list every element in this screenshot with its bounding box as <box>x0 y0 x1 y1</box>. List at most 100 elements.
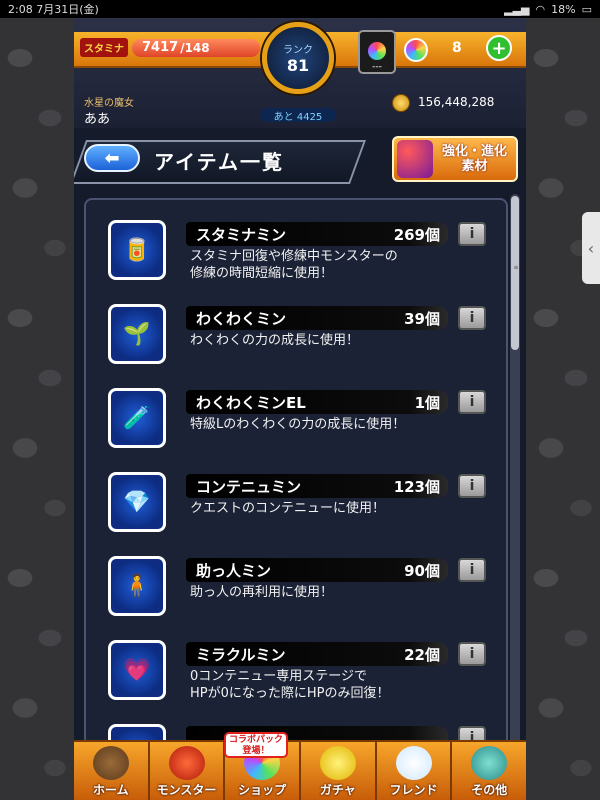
item-name: スタミナミン <box>196 225 287 244</box>
evo-label-line1: 強化・進化 <box>441 144 507 159</box>
figure-icon: 🧍 <box>111 559 163 613</box>
item-list[interactable]: 🥫 スタミナミン 269個 i スタミナ回復や修練中モンスターの 修練の時間短縮… <box>84 198 508 750</box>
status-right-group: ▂▃▅ ◠ 18% ▭ <box>504 3 592 16</box>
list-item[interactable]: 💎 コンテニュミン 123個 i クエストのコンテニューに使用！ <box>96 472 496 548</box>
tab-label: モンスター <box>156 783 217 797</box>
gem-slot-value: --- <box>372 62 382 72</box>
scroll-thumb[interactable]: ≡ <box>511 196 519 350</box>
item-name: コンテニュミン <box>196 477 302 496</box>
item-thumb: 🧍 <box>108 556 166 616</box>
rainbow-gem-icon <box>368 42 386 60</box>
item-description: クエストのコンテニューに使用！ <box>190 501 386 516</box>
orb-count: 8 <box>452 40 462 56</box>
list-item[interactable]: 🌱 わくわくミン 39個 i わくわくの力の成長に使用！ <box>96 304 496 380</box>
signal-icon: ▂▃▅ <box>504 2 530 16</box>
list-item[interactable]: 🧪 わくわくミンEL 1個 i 特級Lのわくわくの力の成長に使用！ <box>96 388 496 464</box>
back-button[interactable]: ⬅ <box>84 144 140 172</box>
item-thumb: 💗 <box>108 640 166 700</box>
info-button[interactable]: i <box>458 306 486 330</box>
info-icon: i <box>469 226 475 242</box>
home-gate-icon <box>92 746 129 780</box>
arrow-left-icon: ⬅ <box>104 147 120 169</box>
item-description: スタミナ回復や修練中モンスターの 修練の時間短縮に使用！ <box>190 249 398 281</box>
sprout-bottle-el-icon: 🧪 <box>111 391 163 445</box>
tab-label: その他 <box>471 783 508 797</box>
page-title: アイテム一覧 <box>154 150 284 174</box>
list-item[interactable]: 🧍 助っ人ミン 90個 i 助っ人の再利用に使用！ <box>96 556 496 632</box>
list-item[interactable]: 🥫 スタミナミン 269個 i スタミナ回復や修練中モンスターの 修練の時間短縮… <box>96 220 496 296</box>
buy-orb-button[interactable]: + <box>486 35 512 61</box>
status-time-date: 2:08 7月31日(金) <box>8 3 99 16</box>
side-drawer-handle[interactable]: ‹ <box>582 212 600 284</box>
stamina-bar: 7417 /148 <box>132 38 260 57</box>
sprout-bottle-icon: 🌱 <box>111 307 163 361</box>
item-name-row: わくわくミンEL 1個 <box>186 390 448 414</box>
rank-badge[interactable]: ランク 81 <box>262 22 334 94</box>
status-battery: 18% <box>551 2 576 16</box>
item-thumb: 🌱 <box>108 304 166 364</box>
chevron-left-icon: ‹ <box>587 238 595 258</box>
info-button[interactable]: i <box>458 558 486 582</box>
stamina-max: /148 <box>180 40 210 55</box>
tab-label: ショップ <box>238 783 287 797</box>
system-status-bar: 2:08 7月31日(金) ▂▃▅ ◠ 18% ▭ <box>0 0 600 18</box>
rank-value: 81 <box>286 56 310 75</box>
friend-card-icon <box>395 746 432 780</box>
plus-icon: + <box>491 37 507 59</box>
crystal-flask-icon: 💎 <box>111 475 163 529</box>
info-icon: i <box>469 310 475 326</box>
list-scrollbar[interactable]: ≡ <box>510 194 520 750</box>
player-name: ああ <box>84 112 111 127</box>
tab-label: フレンド <box>389 783 438 797</box>
tab-other[interactable]: その他 <box>452 742 526 800</box>
wifi-icon: ◠ <box>535 2 546 16</box>
battery-icon: ▭ <box>581 2 592 16</box>
item-thumb: 🥫 <box>108 220 166 280</box>
info-icon: i <box>469 394 475 410</box>
item-description: 0コンテニュー専用ステージで HPが0になった際にHPのみ回復！ <box>190 669 390 701</box>
item-count: 90個 <box>404 561 440 580</box>
item-description: わくわくの力の成長に使用！ <box>190 333 360 348</box>
info-icon: i <box>469 478 475 494</box>
tab-monster[interactable]: モンスター <box>150 742 226 800</box>
shop-collab-badge: コラボパック 登場！ <box>224 732 288 758</box>
guild-name: 水星の魔女 <box>84 98 134 109</box>
other-menu-icon <box>471 746 508 780</box>
grip-icon: ≡ <box>513 264 519 271</box>
tab-home[interactable]: ホーム <box>74 742 150 800</box>
tab-label: ホーム <box>93 783 129 797</box>
gem-slot[interactable]: --- <box>358 30 396 74</box>
info-button[interactable]: i <box>458 642 486 666</box>
item-count: 39個 <box>404 309 440 328</box>
orb-icon <box>404 38 428 62</box>
monster-dragon-icon <box>168 746 205 780</box>
info-icon: i <box>469 562 475 578</box>
info-button[interactable]: i <box>458 222 486 246</box>
item-thumb: 🧪 <box>108 388 166 448</box>
item-name-row: コンテニュミン 123個 <box>186 474 448 498</box>
rank-label: ランク <box>283 45 313 56</box>
item-name-row: わくわくミン 39個 <box>186 306 448 330</box>
item-name: 助っ人ミン <box>196 561 272 580</box>
stamina-label: スタミナ <box>80 38 128 57</box>
stamina-current: 7417 <box>142 40 179 55</box>
gacha-egg-icon <box>319 746 356 780</box>
item-name: わくわくミン <box>196 309 287 328</box>
evolution-materials-button[interactable]: 強化・進化 素材 <box>392 136 518 182</box>
item-count: 269個 <box>393 225 440 244</box>
list-item[interactable]: 💗 ミラクルミン 22個 i 0コンテニュー専用ステージで HPが0になった際に… <box>96 640 496 716</box>
materials-art-icon <box>397 140 433 178</box>
top-hud: スタミナ 7417 /148 ランク 81 --- 8 + 水星の魔女 ああ あ… <box>74 18 526 128</box>
item-name-row: ミラクルミン 22個 <box>186 642 448 666</box>
info-icon: i <box>469 646 475 662</box>
item-name: ミラクルミン <box>196 645 286 664</box>
item-name-row: スタミナミン 269個 <box>186 222 448 246</box>
info-button[interactable]: i <box>458 390 486 414</box>
game-screen: スタミナ 7417 /148 ランク 81 --- 8 + 水星の魔女 ああ あ… <box>74 18 526 800</box>
evo-label-line2: 素材 <box>461 159 488 174</box>
stone-background-right <box>526 18 600 800</box>
tab-friend[interactable]: フレンド <box>377 742 453 800</box>
tab-gacha[interactable]: ガチャ <box>301 742 377 800</box>
stamina-meter: スタミナ 7417 /148 <box>80 38 260 57</box>
info-button[interactable]: i <box>458 474 486 498</box>
